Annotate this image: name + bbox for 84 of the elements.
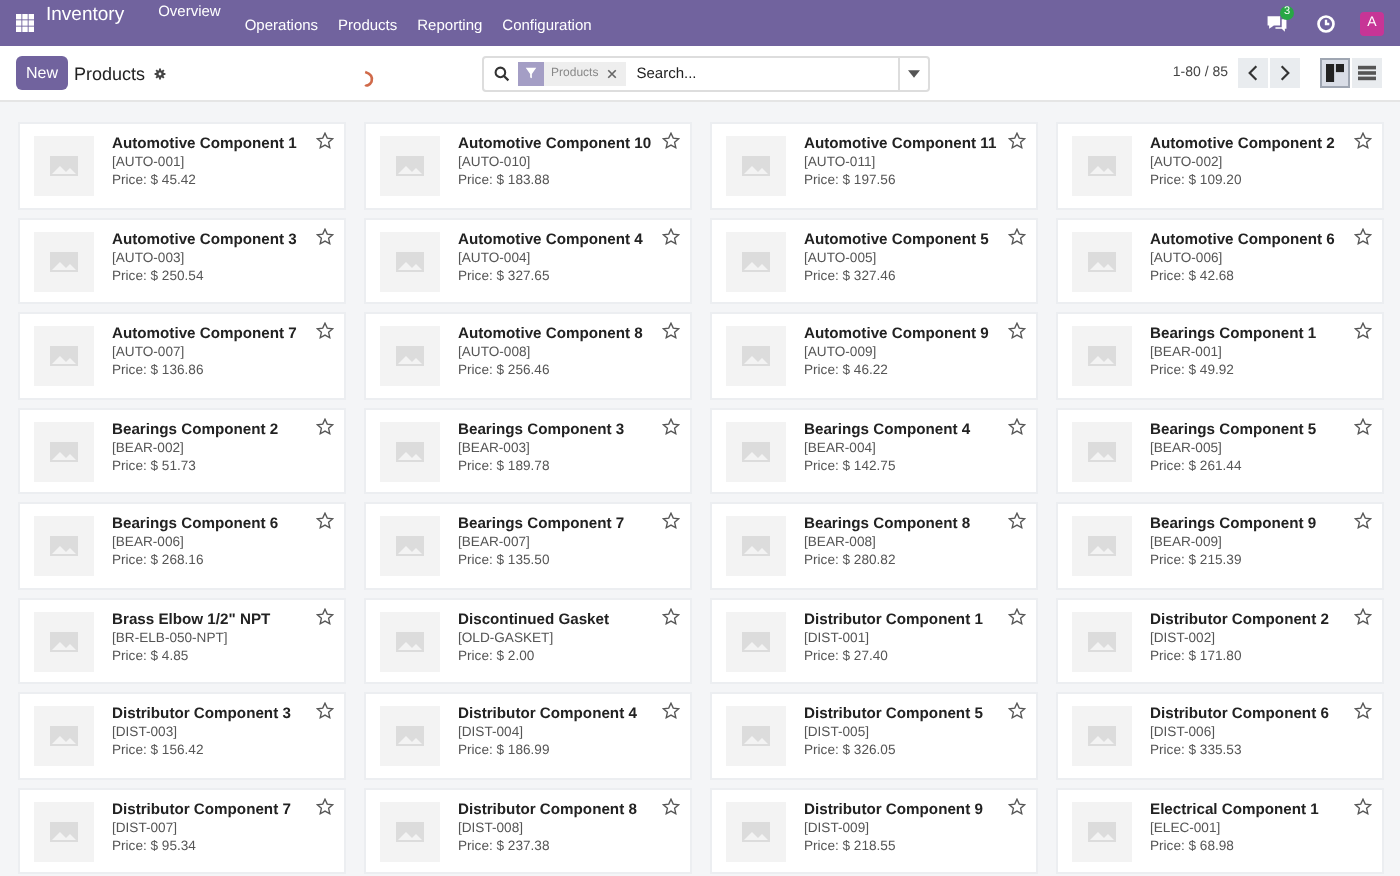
search-icon xyxy=(493,65,510,81)
image-placeholder-icon xyxy=(726,516,786,576)
image-placeholder-icon xyxy=(1072,516,1132,576)
star-icon[interactable] xyxy=(1354,607,1372,625)
image-placeholder-icon xyxy=(726,421,786,481)
star-icon[interactable] xyxy=(316,417,334,435)
chevron-right-icon xyxy=(1280,64,1290,82)
image-placeholder-icon xyxy=(34,706,94,766)
star-icon[interactable] xyxy=(1354,227,1372,245)
star-icon[interactable] xyxy=(662,227,680,245)
image-placeholder-icon xyxy=(34,136,94,196)
star-icon[interactable] xyxy=(316,227,334,245)
image-placeholder-icon xyxy=(726,801,786,861)
image-placeholder-icon xyxy=(726,136,786,196)
clock-icon[interactable] xyxy=(1316,13,1336,33)
apps-grid-icon[interactable] xyxy=(16,14,34,32)
image-placeholder-icon xyxy=(34,611,94,671)
star-icon[interactable] xyxy=(662,797,680,815)
star-icon[interactable] xyxy=(1008,322,1026,340)
image-placeholder-icon xyxy=(34,231,94,291)
chat-icon xyxy=(1266,13,1288,33)
image-placeholder-icon xyxy=(1072,421,1132,481)
star-icon[interactable] xyxy=(1354,512,1372,530)
image-placeholder-icon xyxy=(726,326,786,386)
previous-button[interactable] xyxy=(1238,58,1268,88)
image-placeholder-icon xyxy=(380,326,440,386)
star-icon[interactable] xyxy=(1008,132,1026,150)
list-icon xyxy=(1358,64,1376,82)
image-placeholder-icon xyxy=(380,706,440,766)
close-icon[interactable] xyxy=(606,67,619,79)
image-placeholder-icon xyxy=(726,611,786,671)
image-placeholder-icon xyxy=(34,516,94,576)
image-placeholder-icon xyxy=(34,421,94,481)
star-icon[interactable] xyxy=(1008,607,1026,625)
image-placeholder-icon xyxy=(1072,801,1132,861)
image-placeholder-icon xyxy=(34,326,94,386)
caret-icon xyxy=(907,69,920,77)
image-placeholder-icon xyxy=(380,516,440,576)
star-icon[interactable] xyxy=(662,132,680,150)
star-icon[interactable] xyxy=(1008,512,1026,530)
star-icon[interactable] xyxy=(662,607,680,625)
image-placeholder-icon xyxy=(1072,706,1132,766)
star-icon[interactable] xyxy=(662,417,680,435)
cursor-icon xyxy=(361,69,378,89)
kanban-view-button[interactable] xyxy=(1320,58,1350,88)
star-icon[interactable] xyxy=(1354,322,1372,340)
star-icon[interactable] xyxy=(1354,132,1372,150)
star-icon[interactable] xyxy=(662,702,680,720)
image-placeholder-icon xyxy=(1072,231,1132,291)
chevron-left-icon xyxy=(1248,64,1258,82)
image-placeholder-icon xyxy=(380,421,440,481)
star-icon[interactable] xyxy=(316,512,334,530)
image-placeholder-icon xyxy=(380,231,440,291)
image-placeholder-icon xyxy=(380,611,440,671)
image-placeholder-icon xyxy=(380,801,440,861)
image-placeholder-icon xyxy=(34,801,94,861)
star-icon[interactable] xyxy=(316,702,334,720)
image-placeholder-icon xyxy=(1072,611,1132,671)
new-button[interactable]: New xyxy=(16,56,69,90)
star-icon[interactable] xyxy=(662,512,680,530)
star-icon[interactable] xyxy=(662,322,680,340)
kanban-icon xyxy=(1326,64,1344,82)
star-icon[interactable] xyxy=(1008,227,1026,245)
star-icon[interactable] xyxy=(1354,702,1372,720)
list-view-button[interactable] xyxy=(1352,58,1382,88)
star-icon[interactable] xyxy=(316,132,334,150)
image-placeholder-icon xyxy=(726,231,786,291)
star-icon[interactable] xyxy=(1008,417,1026,435)
star-icon[interactable] xyxy=(1354,417,1372,435)
star-icon[interactable] xyxy=(1354,797,1372,815)
app-name[interactable]: Inventory xyxy=(46,4,125,26)
star-icon[interactable] xyxy=(1008,797,1026,815)
page-title: Products xyxy=(74,63,146,83)
star-icon[interactable] xyxy=(1008,702,1026,720)
next-button[interactable] xyxy=(1270,58,1300,88)
image-placeholder-icon xyxy=(1072,326,1132,386)
star-icon[interactable] xyxy=(316,797,334,815)
star-icon[interactable] xyxy=(316,322,334,340)
image-placeholder-icon xyxy=(726,706,786,766)
gear-icon[interactable] xyxy=(153,67,166,79)
image-placeholder-icon xyxy=(380,136,440,196)
image-placeholder-icon xyxy=(1072,136,1132,196)
filter-icon xyxy=(517,61,544,85)
star-icon[interactable] xyxy=(316,607,334,625)
